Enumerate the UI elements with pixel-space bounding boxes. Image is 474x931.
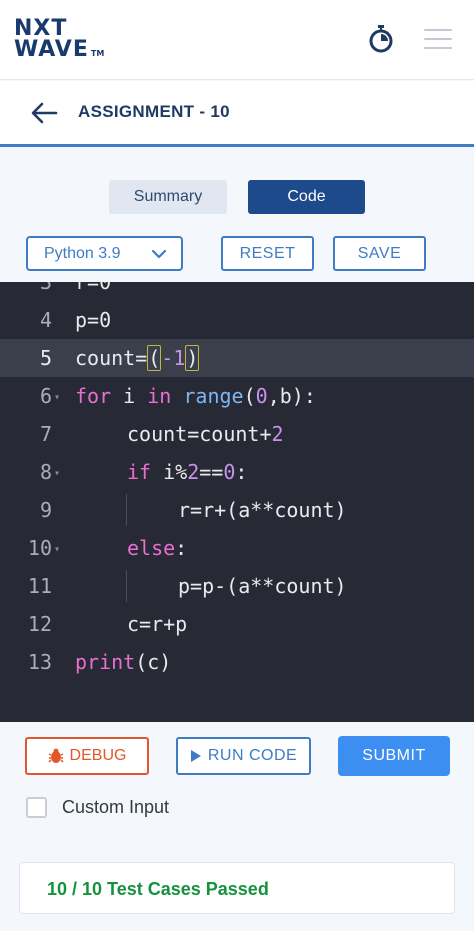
code-line-text: else: xyxy=(127,536,188,560)
code-line: 9 r=r+(a**count) xyxy=(0,491,474,529)
code-line: 6 ▾ for i in range(0,b): xyxy=(0,377,474,415)
custom-input-checkbox[interactable] xyxy=(26,797,47,818)
code-line-text: c=r+p xyxy=(127,612,188,636)
code-line: 13 print(c) xyxy=(0,643,474,681)
code-line-text: r=0 xyxy=(75,282,112,294)
code-line: 10 ▾ else: xyxy=(0,529,474,567)
code-line: 11 p=p-(a**count) xyxy=(0,567,474,605)
submit-button[interactable]: SUBMIT xyxy=(338,736,450,776)
code-line: 7 count=count+2 xyxy=(0,415,474,453)
top-bar: NXT WAVE TM xyxy=(0,0,474,80)
code-line-text: print(c) xyxy=(75,650,172,674)
line-number: 11 xyxy=(27,574,52,598)
code-line-text: p=p-(a**count) xyxy=(178,574,347,598)
line-number: 5 xyxy=(39,346,52,370)
code-line-text: p=0 xyxy=(75,308,112,332)
reset-button[interactable]: RESET xyxy=(221,236,314,271)
line-number: 3 xyxy=(39,282,52,294)
language-select[interactable]: Python 3.9 xyxy=(26,236,183,271)
indent-guide xyxy=(126,570,127,602)
save-button[interactable]: SAVE xyxy=(333,236,426,271)
line-number: 7 xyxy=(39,422,52,446)
code-line: 3 r=0 xyxy=(0,282,474,301)
debug-button[interactable]: DEBUG xyxy=(25,737,149,775)
code-line-text: count=count+2 xyxy=(127,422,284,446)
debug-button-label: DEBUG xyxy=(69,747,127,764)
code-line-text: r=r+(a**count) xyxy=(178,498,347,522)
brand-tm: TM xyxy=(90,49,105,58)
bug-icon xyxy=(48,748,64,763)
code-line-text: for i in range(0,b): xyxy=(75,384,316,408)
chevron-down-icon xyxy=(151,249,167,259)
brand-line-1: NXT xyxy=(14,16,68,41)
line-number: 4 xyxy=(39,308,52,332)
language-select-value: Python 3.9 xyxy=(44,244,121,262)
hamburger-menu-icon[interactable] xyxy=(424,29,452,49)
line-number: 6 xyxy=(39,384,52,408)
line-number: 9 xyxy=(39,498,52,522)
line-number: 8 xyxy=(39,460,52,484)
code-line: 12 c=r+p xyxy=(0,605,474,643)
fold-arrow-icon[interactable]: ▾ xyxy=(54,544,60,555)
fold-arrow-icon[interactable]: ▾ xyxy=(54,392,60,403)
code-line-text: if i%2==0: xyxy=(127,460,248,484)
line-number: 10 xyxy=(27,536,52,560)
line-number: 13 xyxy=(27,650,52,674)
stopwatch-icon[interactable] xyxy=(369,25,393,53)
brand-logo[interactable]: NXT WAVE TM xyxy=(14,18,104,64)
page-title: ASSIGNMENT - 10 xyxy=(78,102,230,121)
tab-summary[interactable]: Summary xyxy=(109,180,227,214)
code-editor[interactable]: 3 r=0 4 p=0 5 count=(-1) 6 ▾ for i in ra… xyxy=(0,282,474,722)
tab-code[interactable]: Code xyxy=(248,180,365,214)
play-icon xyxy=(190,750,201,762)
custom-input-label: Custom Input xyxy=(62,797,170,817)
code-line: 8 ▾ if i%2==0: xyxy=(0,453,474,491)
code-line-text: count=(-1) xyxy=(75,345,200,371)
indent-guide xyxy=(126,494,127,526)
test-result-text: 10 / 10 Test Cases Passed xyxy=(47,879,269,899)
page-header: ASSIGNMENT - 10 xyxy=(0,81,474,147)
code-line: 4 p=0 xyxy=(0,301,474,339)
fold-arrow-icon[interactable]: ▾ xyxy=(54,468,60,479)
back-arrow-icon[interactable] xyxy=(30,101,58,125)
run-code-button-label: RUN CODE xyxy=(207,747,298,764)
test-result-card: 10 / 10 Test Cases Passed xyxy=(19,862,455,914)
brand-line-2: WAVE xyxy=(14,37,89,62)
code-line-active: 5 count=(-1) xyxy=(0,339,474,377)
line-number: 12 xyxy=(27,612,52,636)
run-code-button[interactable]: RUN CODE xyxy=(176,737,311,775)
